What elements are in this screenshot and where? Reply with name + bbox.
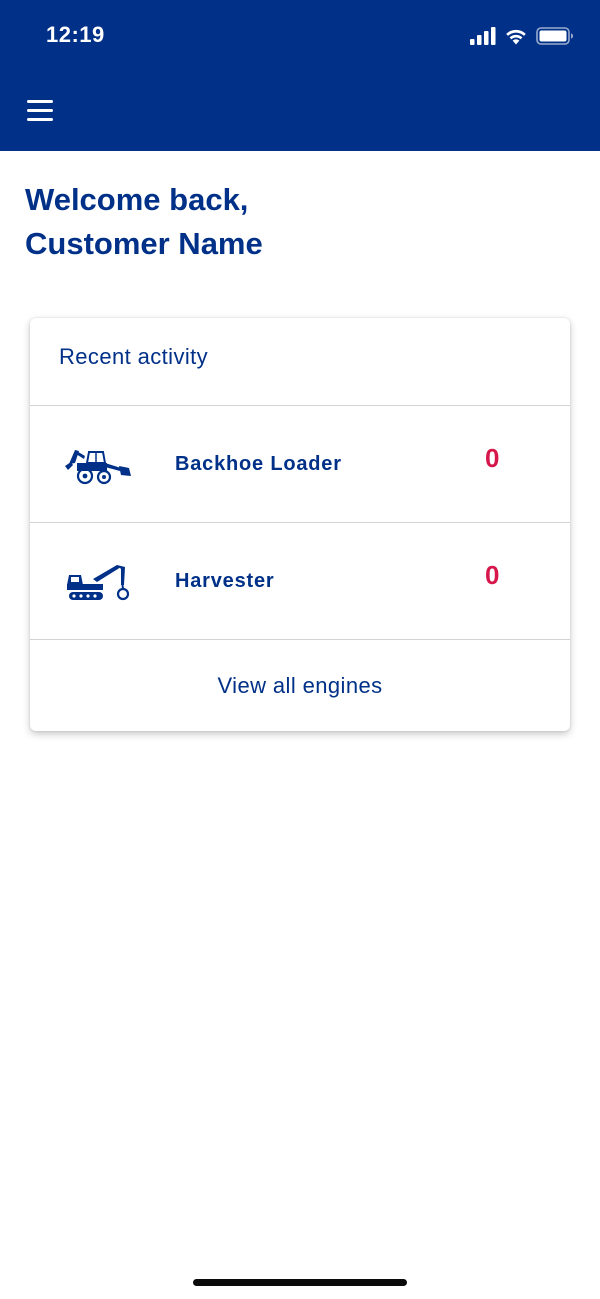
home-indicator[interactable]: [193, 1279, 407, 1286]
card-title: Recent activity: [59, 344, 209, 369]
view-all-engines-link[interactable]: View all engines: [30, 640, 570, 731]
engine-count: 0: [485, 443, 500, 473]
status-bar-time: 12:19: [46, 22, 105, 47]
engine-name: Harvester: [175, 570, 275, 592]
app-header: 12:19: [0, 0, 600, 151]
engine-row-backhoe-loader[interactable]: Backhoe Loader 0: [30, 406, 570, 522]
harvester-icon: [67, 565, 130, 601]
engine-name: Backhoe Loader: [175, 453, 342, 475]
engine-row-harvester[interactable]: Harvester 0: [30, 523, 570, 639]
battery-icon: [536, 27, 573, 45]
engine-count: 0: [485, 560, 500, 590]
welcome-line: Welcome back,: [25, 182, 249, 217]
wifi-icon: [506, 29, 526, 45]
cellular-signal-icon: [470, 27, 496, 45]
welcome-heading: Welcome back, Customer Name: [25, 178, 263, 266]
recent-activity-card: Recent activity Backhoe Loader 0 Harvest…: [30, 318, 570, 731]
hamburger-menu-icon[interactable]: [26, 98, 56, 122]
backhoe-loader-icon: [65, 450, 131, 485]
status-bar-icons: [470, 25, 574, 47]
customer-name: Customer Name: [25, 226, 263, 261]
